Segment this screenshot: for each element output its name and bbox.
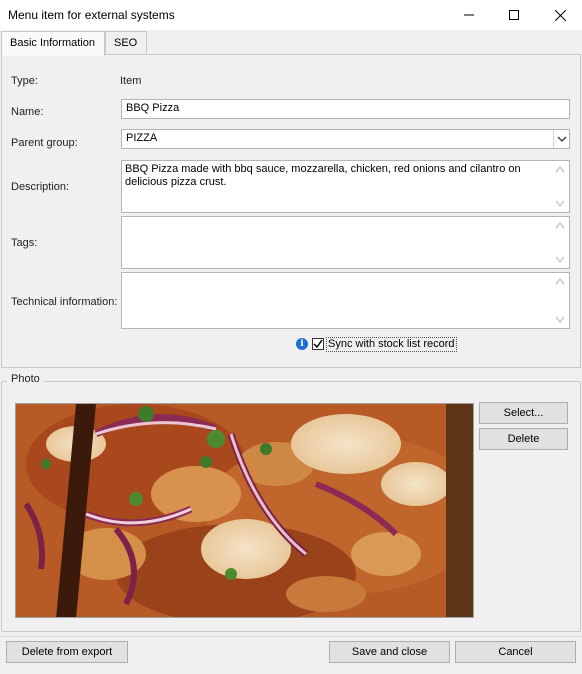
scroll-down-icon[interactable] [555, 316, 565, 324]
close-button[interactable] [538, 0, 582, 30]
minimize-button[interactable] [447, 0, 491, 30]
technical-information-label: Technical information: [11, 296, 118, 308]
sync-checkbox[interactable] [312, 338, 324, 350]
sync-label[interactable]: Sync with stock list record [326, 336, 457, 352]
delete-photo-button[interactable]: Delete [479, 428, 568, 450]
title-bar: Menu item for external systems [0, 0, 582, 30]
technical-information-textarea[interactable] [121, 272, 570, 329]
tab-label: Basic Information [10, 37, 95, 49]
tab-strip: Basic Information SEO [0, 31, 582, 56]
parent-group-select[interactable]: PIZZA [121, 129, 570, 149]
tab-basic-information[interactable]: Basic Information [1, 31, 105, 56]
checkmark-icon [313, 339, 323, 349]
cancel-button[interactable]: Cancel [455, 641, 576, 663]
name-input[interactable]: BBQ Pizza [121, 99, 570, 119]
info-icon[interactable]: i [296, 338, 308, 350]
type-label: Type: [11, 75, 38, 87]
parent-group-label: Parent group: [11, 137, 78, 149]
scroll-up-icon[interactable] [555, 165, 565, 173]
tab-label: SEO [114, 37, 138, 49]
delete-photo-label: Delete [507, 433, 540, 445]
scroll-up-icon[interactable] [555, 277, 565, 285]
tags-textarea[interactable] [121, 216, 570, 269]
select-photo-button[interactable]: Select... [479, 402, 568, 424]
photo-preview [15, 403, 474, 618]
select-photo-label: Select... [503, 407, 544, 419]
description-label: Description: [11, 181, 70, 193]
maximize-icon [509, 10, 519, 20]
scroll-down-icon[interactable] [555, 256, 565, 264]
close-icon [554, 9, 566, 21]
maximize-button[interactable] [492, 0, 536, 30]
dropdown-button[interactable] [553, 130, 569, 148]
scroll-down-icon[interactable] [555, 200, 565, 208]
divider [0, 636, 582, 637]
type-value: Item [120, 75, 142, 87]
minimize-icon [464, 14, 474, 16]
tags-label: Tags: [11, 237, 38, 249]
pizza-photo [16, 404, 473, 617]
cancel-label: Cancel [498, 646, 533, 658]
delete-from-export-label: Delete from export [21, 646, 113, 658]
name-label: Name: [11, 106, 44, 118]
name-input-value: BBQ Pizza [126, 102, 180, 114]
parent-group-value: PIZZA [126, 132, 158, 144]
photo-group-title: Photo [7, 373, 44, 385]
save-and-close-button[interactable]: Save and close [329, 641, 450, 663]
sync-option: i Sync with stock list record [296, 336, 457, 352]
window-title: Menu item for external systems [8, 8, 175, 22]
scroll-up-icon[interactable] [555, 221, 565, 229]
tab-seo[interactable]: SEO [105, 31, 147, 55]
chevron-down-icon [557, 136, 566, 142]
description-text: BBQ Pizza made with bbq sauce, mozzarell… [125, 163, 521, 188]
delete-from-export-button[interactable]: Delete from export [6, 641, 128, 663]
save-and-close-label: Save and close [351, 646, 428, 658]
description-textarea[interactable]: BBQ Pizza made with bbq sauce, mozzarell… [121, 160, 570, 213]
